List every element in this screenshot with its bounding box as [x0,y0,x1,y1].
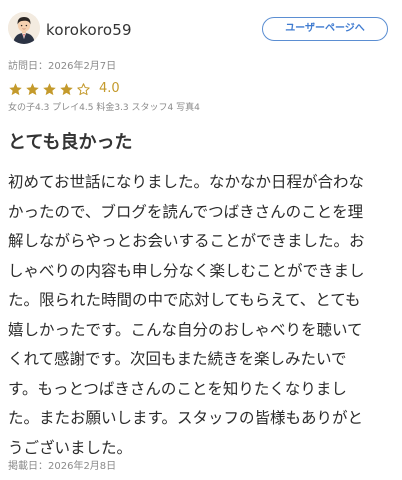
star-filled-icon [43,82,56,95]
star-filled-icon [60,82,73,95]
review-body-line: 初めてお世話になりました。なかなか日程が合わな [8,173,365,191]
review-body-line: た。限られた時間の中で応対してもらえて、とても [8,291,361,309]
visit-date: 訪問日：2026年2月7日 [8,61,117,72]
user-page-button[interactable]: ユーザーページへ [262,17,388,41]
review-body-line: 解しながらやっとお会いすることができました。お [8,232,365,250]
username[interactable]: korokoro59 [46,20,132,40]
avatar-person-icon [8,12,40,44]
sub-scores: 女の子4.3 プレイ4.5 料金3.3 スタッフ4 写真4 [8,103,200,113]
review-card: korokoro59 ユーザーページへ 訪問日：2026年2月7日 4.0 女の… [0,0,402,480]
review-body-line: しゃべりの内容も申し分なく楽しむことができまし [8,261,365,280]
star-filled-icon [9,82,22,95]
review-body-line: た。またお願いします。スタッフの皆様もありがと [8,409,363,427]
review-body-line: くれて感謝です。次回もまた続きを楽しみたいで [8,350,347,368]
avatar[interactable] [8,12,40,44]
rating-value: 4.0 [99,81,120,96]
star-filled-icon [26,82,39,95]
star-empty-icon [77,82,90,95]
posted-date: 掲載日：2026年2月8日 [8,461,117,472]
review-body-line: す。もっとつばきさんのことを知りたくなりまし [8,379,347,398]
review-title: とても良かった [8,132,133,153]
review-body-line: 嬉しかったです。こんな自分のおしゃべりを聴いて [8,320,363,339]
review-body: 初めてお世話になりました。なかなか日程が合わな かったので、ブログを読んでつばき… [8,168,398,463]
star-rating: 4.0 [8,80,120,98]
review-body-line: うございました。 [8,438,133,457]
review-body-line: かったので、ブログを読んでつばきさんのことを理 [8,202,364,221]
